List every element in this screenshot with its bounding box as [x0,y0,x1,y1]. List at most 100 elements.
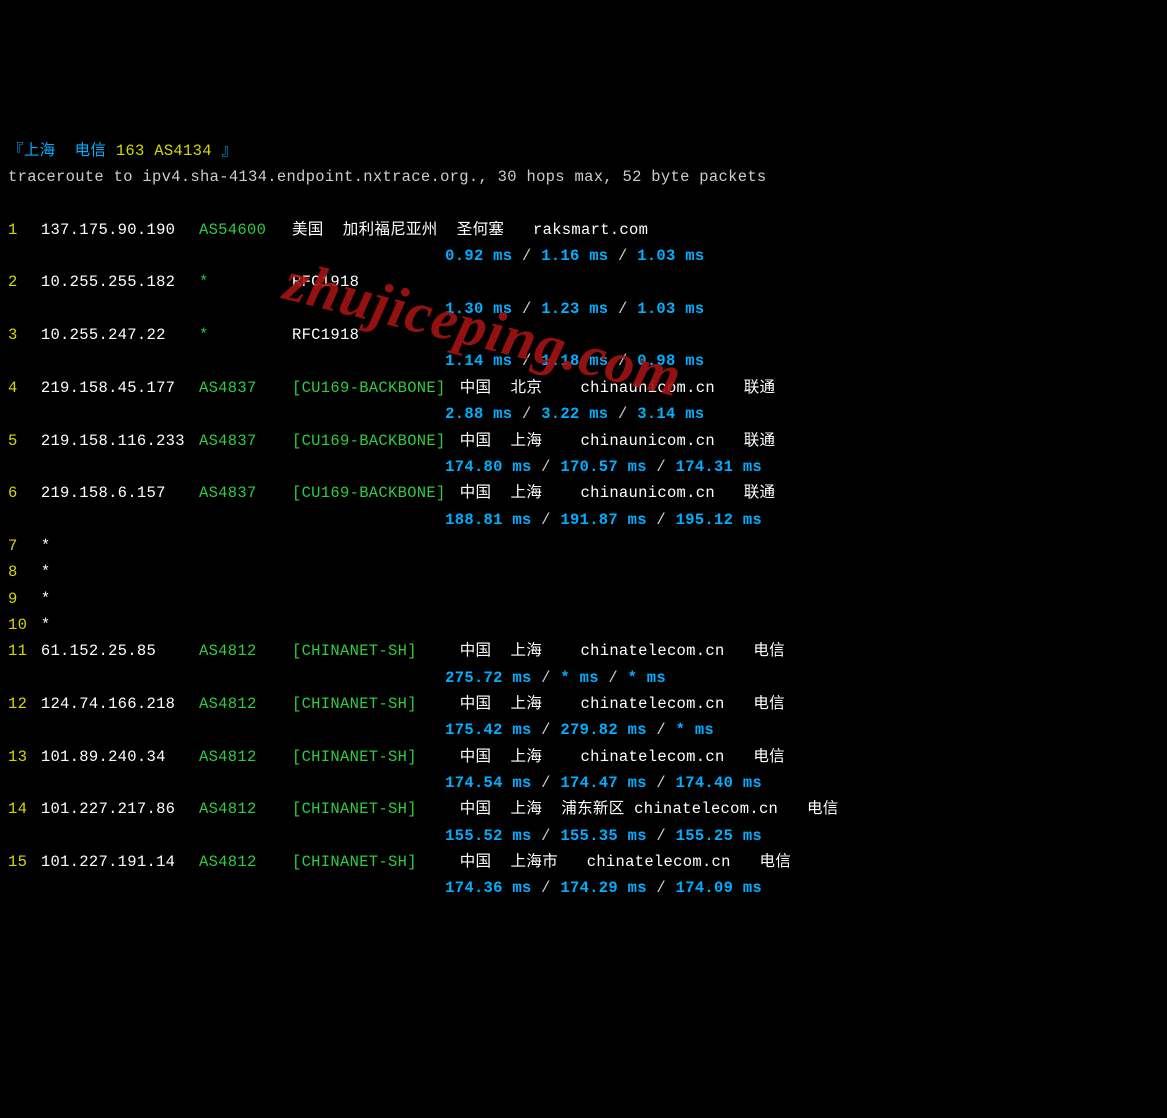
hop-network: [CU169-BACKBONE] [292,375,450,401]
rtt-value: 1.03 ms [637,300,704,318]
rtt-value: 174.54 ms [445,774,531,792]
rtt-value: 1.03 ms [637,247,704,265]
hop-row: 4 219.158.45.177AS4837[CU169-BACKBONE] 中… [8,375,1159,401]
hop-number: 3 [8,322,31,348]
hop-rtt-row: 1.30 ms / 1.23 ms / 1.03 ms [8,296,1159,322]
hop-rtt-row: 0.92 ms / 1.16 ms / 1.03 ms [8,243,1159,269]
rtt-value: * ms [628,669,666,687]
hop-location: 中国 北京 chinaunicom.cn 联通 [460,379,776,397]
rtt-value: 1.18 ms [541,352,608,370]
rtt-value: 195.12 ms [676,511,762,529]
hop-ip: * [41,559,199,585]
rtt-value: 279.82 ms [560,721,646,739]
hop-ip: * [41,533,199,559]
hop-location: 中国 上海 浦东新区 chinatelecom.cn 电信 [460,800,839,818]
hop-row: 2 10.255.255.182*RFC1918 [8,269,1159,295]
rtt-value: * ms [560,669,598,687]
hop-ip: * [41,612,199,638]
hop-number: 7 [8,533,31,559]
hop-number: 2 [8,269,31,295]
rtt-value: 155.52 ms [445,827,531,845]
hop-number: 9 [8,586,31,612]
rtt-value: 175.42 ms [445,721,531,739]
hop-network: [CU169-BACKBONE] [292,428,450,454]
rtt-value: 170.57 ms [560,458,646,476]
title-prefix: 『 [8,142,24,160]
title-num: 163 AS4134 [116,142,212,160]
hop-rtt-row: 188.81 ms / 191.87 ms / 195.12 ms [8,507,1159,533]
hop-number: 4 [8,375,31,401]
hop-row: 1 137.175.90.190AS54600美国 加利福尼亚州 圣何塞 rak… [8,217,1159,243]
hop-row: 15 101.227.191.14AS4812[CHINANET-SH] 中国 … [8,849,1159,875]
hop-row: 13 101.89.240.34AS4812[CHINANET-SH] 中国 上… [8,744,1159,770]
hop-network: [CHINANET-SH] [292,849,450,875]
hop-location: 中国 上海 chinaunicom.cn 联通 [460,432,776,450]
hop-number: 8 [8,559,31,585]
hop-rtt-row: 175.42 ms / 279.82 ms / * ms [8,717,1159,743]
title-suffix: 』 [212,142,237,160]
hop-row: 8 * [8,559,1159,585]
rtt-value: 174.40 ms [676,774,762,792]
hop-network: [CU169-BACKBONE] [292,480,450,506]
hop-rtt-row: 174.80 ms / 170.57 ms / 174.31 ms [8,454,1159,480]
rtt-value: 155.35 ms [560,827,646,845]
hop-number: 11 [8,638,31,664]
hop-ip: 219.158.116.233 [41,428,199,454]
hop-row: 9 * [8,586,1159,612]
hop-rtt-row: 1.14 ms / 1.18 ms / 0.98 ms [8,348,1159,374]
hop-location: 中国 上海 chinatelecom.cn 电信 [460,748,785,766]
hop-location: 中国 上海 chinatelecom.cn 电信 [460,695,785,713]
hop-location: RFC1918 [292,273,359,291]
hop-ip: 61.152.25.85 [41,638,199,664]
hop-row: 14 101.227.217.86AS4812[CHINANET-SH] 中国 … [8,796,1159,822]
hop-ip: 10.255.255.182 [41,269,199,295]
hop-rtt-row: 155.52 ms / 155.35 ms / 155.25 ms [8,823,1159,849]
rtt-value: 155.25 ms [676,827,762,845]
hop-number: 6 [8,480,31,506]
hop-location: 中国 上海市 chinatelecom.cn 电信 [460,853,791,871]
hop-rtt-row: 174.54 ms / 174.47 ms / 174.40 ms [8,770,1159,796]
hop-asn: AS4812 [199,849,292,875]
rtt-value: 3.22 ms [541,405,608,423]
rtt-value: 2.88 ms [445,405,512,423]
hop-row: 12 124.74.166.218AS4812[CHINANET-SH] 中国 … [8,691,1159,717]
hop-location: 中国 上海 chinaunicom.cn 联通 [460,484,776,502]
hop-ip: 137.175.90.190 [41,217,199,243]
rtt-value: 0.98 ms [637,352,704,370]
hop-asn: AS54600 [199,217,292,243]
hop-ip: 101.227.217.86 [41,796,199,822]
hop-number: 12 [8,691,31,717]
hop-asn: * [199,322,292,348]
hop-asn: AS4837 [199,428,292,454]
hop-asn: AS4812 [199,796,292,822]
rtt-value: 1.30 ms [445,300,512,318]
rtt-value: * ms [676,721,714,739]
hop-ip: 10.255.247.22 [41,322,199,348]
rtt-value: 174.09 ms [676,879,762,897]
hop-location: 美国 加利福尼亚州 圣何塞 raksmart.com [292,221,648,239]
traceroute-header: traceroute to ipv4.sha-4134.endpoint.nxt… [8,164,1159,190]
hop-ip: 219.158.45.177 [41,375,199,401]
rtt-value: 188.81 ms [445,511,531,529]
hop-row: 10 * [8,612,1159,638]
hop-ip: * [41,586,199,612]
hop-asn: * [199,269,292,295]
hop-network: [CHINANET-SH] [292,744,450,770]
hop-number: 1 [8,217,31,243]
hop-row: 6 219.158.6.157AS4837[CU169-BACKBONE] 中国… [8,480,1159,506]
hop-ip: 219.158.6.157 [41,480,199,506]
hop-asn: AS4812 [199,691,292,717]
hop-number: 15 [8,849,31,875]
hop-asn: AS4837 [199,480,292,506]
rtt-value: 275.72 ms [445,669,531,687]
rtt-value: 191.87 ms [560,511,646,529]
rtt-value: 1.23 ms [541,300,608,318]
hop-network: [CHINANET-SH] [292,691,450,717]
hop-number: 14 [8,796,31,822]
traceroute-output: 『上海 电信 163 AS4134 』 traceroute to ipv4.s… [8,111,1159,928]
hop-ip: 101.89.240.34 [41,744,199,770]
rtt-value: 174.80 ms [445,458,531,476]
rtt-value: 3.14 ms [637,405,704,423]
rtt-value: 1.14 ms [445,352,512,370]
rtt-value: 174.31 ms [676,458,762,476]
